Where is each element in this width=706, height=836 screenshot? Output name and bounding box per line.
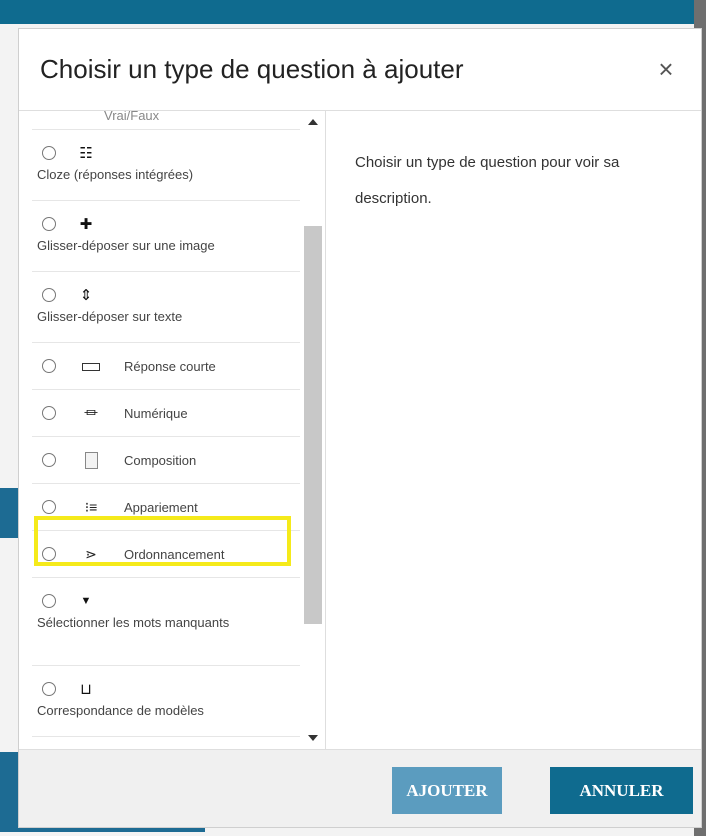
list-item-label: Glisser-déposer sur une image — [37, 238, 215, 253]
move-icon: ✚ — [79, 216, 93, 233]
radio-button[interactable] — [42, 500, 56, 514]
add-button[interactable]: AJOUTER — [392, 767, 502, 814]
list-item-label: Correspondance de modèles — [37, 703, 204, 718]
cancel-button[interactable]: ANNULER — [550, 767, 693, 814]
radio-button[interactable] — [42, 453, 56, 467]
list-item-label: Numérique — [124, 405, 188, 421]
question-type-list: Vrai/Faux ☷ Cloze (réponses intégrées) ✚ — [32, 111, 300, 749]
list-item-gapselect[interactable]: ▼ Sélectionner les mots manquants — [32, 578, 300, 666]
radio-button[interactable] — [42, 406, 56, 420]
dialog-title: Choisir un type de question à ajouter — [40, 54, 464, 84]
list-item-label: Sélectionner les mots manquants — [37, 615, 230, 630]
radio-button[interactable] — [42, 547, 56, 561]
dialog-header: Choisir un type de question à ajouter × — [19, 29, 701, 111]
ordering-icon: ⋗ — [85, 545, 97, 562]
radio-button[interactable] — [42, 682, 56, 696]
background-navbar — [0, 0, 706, 24]
radio-button[interactable] — [42, 217, 56, 231]
list-item-label: Glisser-déposer sur texte — [37, 309, 183, 324]
description-text: Choisir un type de question pour voir sa… — [355, 154, 620, 207]
scroll-up-icon[interactable] — [308, 119, 318, 125]
list-item-truefalse[interactable]: Vrai/Faux — [32, 111, 300, 130]
drag-arrows-icon: ⇕ — [79, 287, 93, 304]
list-item-label: Ordonnancement — [124, 546, 225, 562]
question-type-list-pane[interactable]: Vrai/Faux ☷ Cloze (réponses intégrées) ✚ — [19, 111, 326, 749]
list-item-label: Composition — [124, 452, 197, 468]
list-item-label: Appariement — [124, 499, 198, 515]
numerical-icon: ⏛ — [84, 405, 98, 421]
list-item-ddimage[interactable]: ✚ Glisser-déposer sur une image — [32, 201, 300, 272]
list-item-partial[interactable] — [32, 737, 300, 749]
dropdown-icon: ▼ — [80, 595, 92, 607]
dialog-body: Vrai/Faux ☷ Cloze (réponses intégrées) ✚ — [19, 111, 701, 749]
list-item-matching[interactable]: ⁝≡ Appariement — [32, 484, 300, 531]
close-icon[interactable]: × — [651, 54, 681, 84]
list-item-ddtext[interactable]: ⇕ Glisser-déposer sur texte — [32, 272, 300, 343]
matching-icon: ⁝≡ — [84, 498, 98, 515]
radio-button[interactable] — [42, 146, 56, 160]
radio-button[interactable] — [42, 288, 56, 302]
pattern-match-icon: ⊔ — [80, 681, 92, 698]
list-item-patternmatch[interactable]: ⊔ Correspondance de modèles — [32, 666, 300, 737]
scroll-thumb[interactable] — [304, 226, 322, 624]
background-button-fragment — [0, 488, 18, 538]
radio-button[interactable] — [42, 594, 56, 608]
list-item-shortanswer[interactable]: Réponse courte — [32, 343, 300, 390]
list-scrollbar[interactable] — [301, 111, 325, 749]
list-item-essay[interactable]: Composition — [32, 437, 300, 484]
list-item-label: Vrai/Faux — [104, 111, 160, 123]
radio-button[interactable] — [42, 359, 56, 373]
list-item-cloze[interactable]: ☷ Cloze (réponses intégrées) — [32, 130, 300, 201]
question-type-dialog: Choisir un type de question à ajouter × … — [18, 28, 702, 828]
list-item-numerical[interactable]: ⏛ Numérique — [32, 390, 300, 437]
scroll-down-icon[interactable] — [308, 735, 318, 741]
list-item-ordering[interactable]: ⋗ Ordonnancement — [32, 531, 300, 578]
list-item-label: Cloze (réponses intégrées) — [37, 167, 194, 182]
cloze-icon: ☷ — [79, 145, 93, 162]
list-item-label: Réponse courte — [124, 358, 216, 374]
essay-icon — [80, 451, 102, 469]
dialog-footer: AJOUTER ANNULER — [19, 749, 701, 827]
description-pane: Choisir un type de question pour voir sa… — [327, 111, 701, 749]
short-answer-icon — [80, 358, 102, 374]
